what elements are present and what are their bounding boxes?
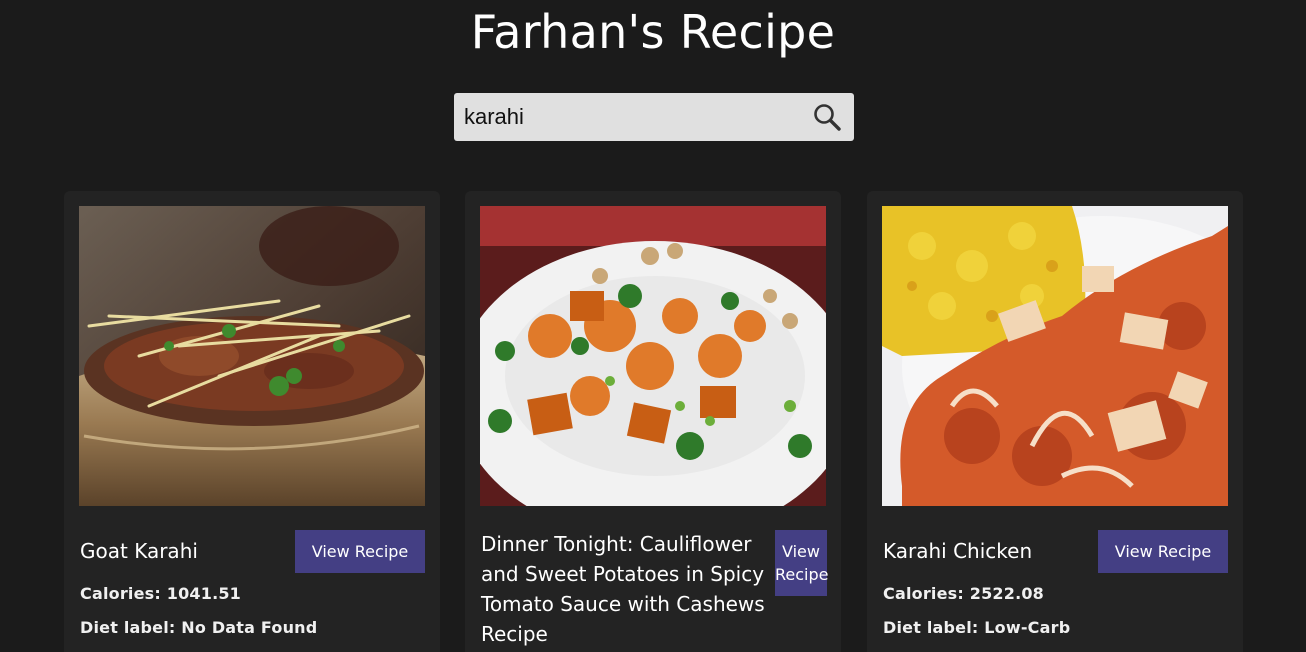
view-recipe-button[interactable]: View Recipe [295,530,425,573]
page-title: Farhan's Recipe [470,5,836,59]
recipe-card: Dinner Tonight: Cauliflower and Sweet Po… [465,191,841,652]
search-input[interactable] [454,93,794,141]
recipe-image-karahi-chicken [882,206,1228,506]
recipe-title: Karahi Chicken [883,539,1033,563]
recipe-calories: Calories: 2522.08 [883,584,1045,603]
recipe-title: Dinner Tonight: Cauliflower and Sweet Po… [481,532,765,646]
search-bar [454,93,854,141]
page: Farhan's Recipe karahi Goat Karahi View … [0,0,1306,652]
recipe-card: Goat Karahi View Recipe Calories: 1041.5… [64,191,440,652]
recipe-image-cauliflower [480,206,826,506]
recipe-title: Goat Karahi [80,539,198,563]
search-icon [814,104,841,131]
view-recipe-button[interactable]: View Recipe [1098,530,1228,573]
recipe-calories: Calories: 1041.51 [80,584,242,603]
recipe-diet-label: Diet label: No Data Found [80,618,318,637]
recipe-diet-label: Diet label: Low-Carb [883,618,1071,637]
search-button[interactable] [810,101,844,133]
recipe-image-goat-karahi [79,206,425,506]
recipe-card: Karahi Chicken View Recipe Calories: 252… [867,191,1243,652]
view-recipe-button[interactable]: View Recipe [775,530,828,596]
